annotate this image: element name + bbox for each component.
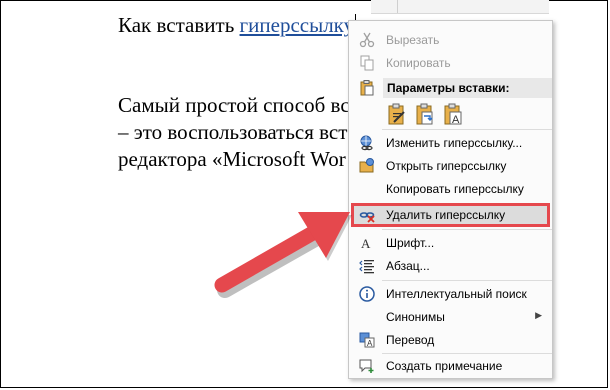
info-icon (359, 286, 375, 302)
menu-label-new-comment: Создать примечание (386, 359, 503, 373)
paste-text-only-button[interactable]: A (442, 102, 464, 126)
menu-separator (382, 353, 552, 354)
svg-text:A: A (361, 236, 371, 251)
menu-label-edit-link: Изменить гиперссылку... (386, 136, 523, 150)
submenu-arrow-icon: ▶ (535, 310, 542, 320)
paragraph-line-3: редактора «Microsoft Wor (118, 147, 346, 171)
comment-icon (359, 359, 374, 373)
menu-label-translate: Перевод (386, 333, 435, 347)
menu-separator (382, 280, 552, 281)
menu-separator (382, 229, 552, 230)
paste-options-title: Параметры вставки: (387, 81, 510, 95)
svg-text:A: A (452, 114, 460, 126)
paste-keep-formatting-icon (388, 103, 405, 125)
paste-merge-formatting-button[interactable] (414, 102, 436, 126)
svg-text:A: A (367, 339, 373, 348)
menu-item-new-comment[interactable]: Создать примечание (349, 355, 552, 377)
remove-link-icon (359, 212, 375, 223)
menu-item-open-link[interactable]: Открыть гиперссылку (349, 155, 552, 177)
menu-item-paragraph[interactable]: Абзац... (349, 255, 552, 277)
paste-options-header: Параметры вставки: (383, 78, 552, 98)
menu-label-paragraph: Абзац... (386, 259, 430, 273)
hyperlink[interactable]: гиперссылку (240, 13, 355, 37)
heading-text: Как вставить (118, 13, 240, 37)
copy-icon (360, 55, 374, 71)
font-icon: A (361, 236, 371, 251)
menu-item-cut[interactable]: Вырезать (349, 29, 552, 51)
paste-text-only-icon: A (444, 103, 462, 126)
globe-link-icon (360, 135, 373, 151)
menu-label-open-link: Открыть гиперссылку (386, 159, 507, 173)
menu-item-font[interactable]: A Шрифт... (349, 232, 552, 254)
menu-separator (382, 129, 552, 130)
menu-label-cut: Вырезать (386, 33, 440, 47)
heading-line: Как вставить гиперссылку (118, 13, 357, 38)
menu-item-translate[interactable]: A Перевод (349, 329, 552, 351)
paste-merge-icon (416, 103, 433, 125)
menu-label-copy: Копировать (386, 56, 451, 70)
translate-icon: A (359, 332, 375, 348)
menu-label-smart-lookup: Интеллектуальный поиск (386, 287, 527, 301)
scissors-icon (359, 32, 375, 48)
paste-keep-formatting-button[interactable] (386, 102, 408, 126)
menu-item-copy[interactable]: Копировать (349, 52, 552, 74)
menu-item-smart-lookup[interactable]: Интеллектуальный поиск (349, 283, 552, 305)
open-folder-icon (359, 158, 374, 173)
menu-item-copy-link[interactable]: Копировать гиперссылку (349, 178, 552, 200)
clipboard-icon (360, 80, 374, 96)
menu-label-copy-link: Копировать гиперссылку (386, 182, 524, 196)
menu-item-remove-link[interactable]: Удалить гиперссылку (349, 204, 552, 226)
menu-label-remove-link: Удалить гиперссылку (386, 208, 506, 222)
menu-label-synonyms: Синонимы (386, 310, 445, 324)
menu-item-synonyms[interactable]: Синонимы ▶ (349, 306, 552, 328)
paragraph-icon (359, 260, 374, 274)
menu-item-edit-link[interactable]: Изменить гиперссылку... (349, 132, 552, 154)
context-menu: Вырезать Копировать Параметры вставки: A… (348, 20, 553, 379)
menu-label-font: Шрифт... (386, 236, 435, 250)
